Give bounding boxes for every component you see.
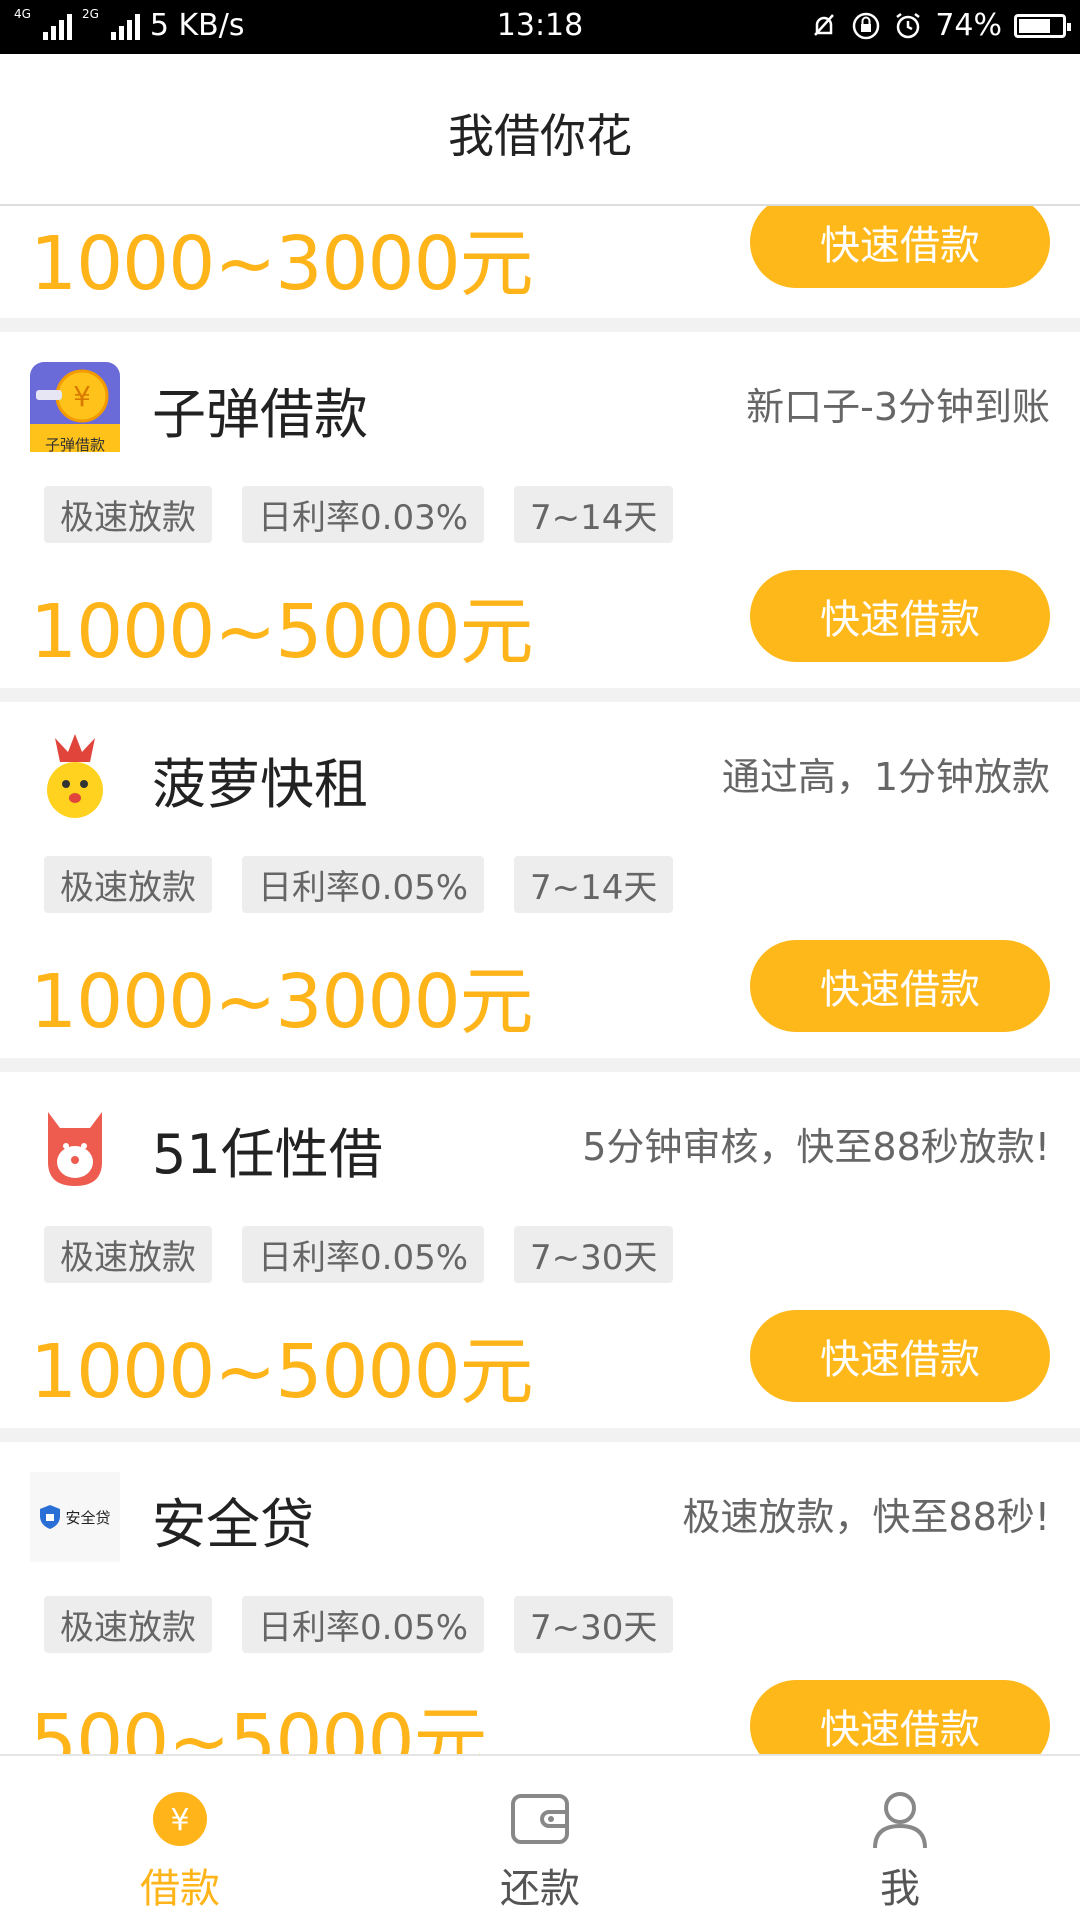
status-bar: 4G 2G 5 KB/s 13:18 74% (0, 0, 1080, 54)
loan-amount: 1000~3000元 (30, 959, 534, 1045)
battery-percent: 74% (935, 8, 1002, 43)
tag-speed: 极速放款 (44, 856, 212, 913)
product-name: 子弹借款 (152, 383, 368, 446)
tag-rate: 日利率0.05% (242, 1226, 485, 1283)
mute-bell-icon (814, 13, 835, 36)
rotation-lock-icon (853, 12, 880, 39)
svg-text:¥: ¥ (170, 1803, 189, 1838)
loan-card[interactable]: ¥ 子弹借款 子弹借款 新口子-3分钟到账 极速放款 日利率0.03% 7~14… (0, 332, 1080, 688)
nav-label: 还款 (500, 1866, 580, 1912)
battery-icon (1014, 13, 1071, 38)
product-name: 安全贷 (152, 1493, 314, 1556)
quick-loan-button[interactable]: 快速借款 (750, 1680, 1050, 1754)
loan-card[interactable]: 菠萝快租 通过高，1分钟放款 极速放款 日利率0.05% 7~14天 1000~… (0, 702, 1080, 1058)
loan-amount: 1000~5000元 (30, 589, 534, 675)
loan-product-list[interactable]: 1000~3000元 快速借款 ¥ 子弹借款 子弹借款 新口子-3分钟到账 极速… (0, 206, 1080, 1754)
loan-card[interactable]: 安全贷 安全贷 极速放款，快至88秒! 极速放款 日利率0.05% 7~30天 … (0, 1442, 1080, 1754)
tag-speed: 极速放款 (44, 486, 212, 543)
product-slogan: 5分钟审核，快至88秒放款! (582, 1125, 1050, 1169)
tag-rate: 日利率0.03% (242, 486, 485, 543)
nav-tab-repay[interactable]: 还款 (360, 1756, 720, 1922)
pineapple-mascot-icon (47, 734, 103, 818)
product-slogan: 极速放款，快至88秒! (682, 1495, 1050, 1539)
app-header: 我借你花 (0, 54, 1080, 206)
wallet-icon (511, 1794, 569, 1844)
product-name: 菠萝快租 (152, 753, 368, 816)
logo-box: 安全贷 (30, 1472, 120, 1562)
tag-speed: 极速放款 (44, 1596, 212, 1653)
quick-loan-button[interactable]: 快速借款 (750, 570, 1050, 662)
logo-text: 安全贷 (65, 1508, 111, 1527)
tag-rate: 日利率0.05% (242, 856, 485, 913)
tag-list: 极速放款 日利率0.05% 7~14天 (44, 856, 674, 913)
logo-text: 子弹借款 (44, 436, 105, 454)
product-slogan: 新口子-3分钟到账 (746, 385, 1050, 429)
page-title: 我借你花 (448, 109, 632, 163)
tag-term: 7~30天 (514, 1596, 674, 1653)
tag-list: 极速放款 日利率0.05% 7~30天 (44, 1226, 674, 1283)
tag-term: 7~30天 (514, 1226, 674, 1283)
fox-mascot-icon (48, 1112, 102, 1186)
bottom-nav: ¥ 借款 还款 我 (0, 1754, 1080, 1922)
svg-text:¥: ¥ (73, 380, 91, 413)
shield-icon (40, 1505, 61, 1529)
status-right: 74% (809, 8, 1071, 43)
nav-tab-borrow[interactable]: ¥ 借款 (0, 1756, 360, 1922)
quick-loan-button[interactable]: 快速借款 (750, 1310, 1050, 1402)
user-icon (873, 1792, 927, 1849)
nav-label: 我 (880, 1866, 920, 1912)
nav-label: 借款 (140, 1866, 220, 1912)
tag-rate: 日利率0.05% (242, 1596, 485, 1653)
quick-loan-button[interactable]: 快速借款 (750, 940, 1050, 1032)
loan-amount: 1000~5000元 (30, 1329, 534, 1415)
tag-list: 极速放款 日利率0.03% 7~14天 (44, 486, 674, 543)
product-name: 51任性借 (152, 1123, 383, 1186)
tag-list: 极速放款 日利率0.05% 7~30天 (44, 1596, 674, 1653)
loan-card[interactable]: 51任性借 5分钟审核，快至88秒放款! 极速放款 日利率0.05% 7~30天… (0, 1072, 1080, 1428)
tag-term: 7~14天 (514, 486, 674, 543)
loan-card-partial[interactable]: 1000~3000元 快速借款 (0, 206, 1080, 318)
quick-loan-button[interactable]: 快速借款 (750, 206, 1050, 288)
product-slogan: 通过高，1分钟放款 (721, 755, 1050, 799)
tag-term: 7~14天 (514, 856, 674, 913)
alarm-icon (896, 12, 921, 38)
loan-amount: 1000~3000元 (30, 221, 534, 307)
tag-speed: 极速放款 (44, 1226, 212, 1283)
loan-amount: 500~5000元 (30, 1699, 488, 1754)
nav-tab-me[interactable]: 我 (720, 1756, 1080, 1922)
yen-coin-icon: ¥ (153, 1792, 207, 1846)
